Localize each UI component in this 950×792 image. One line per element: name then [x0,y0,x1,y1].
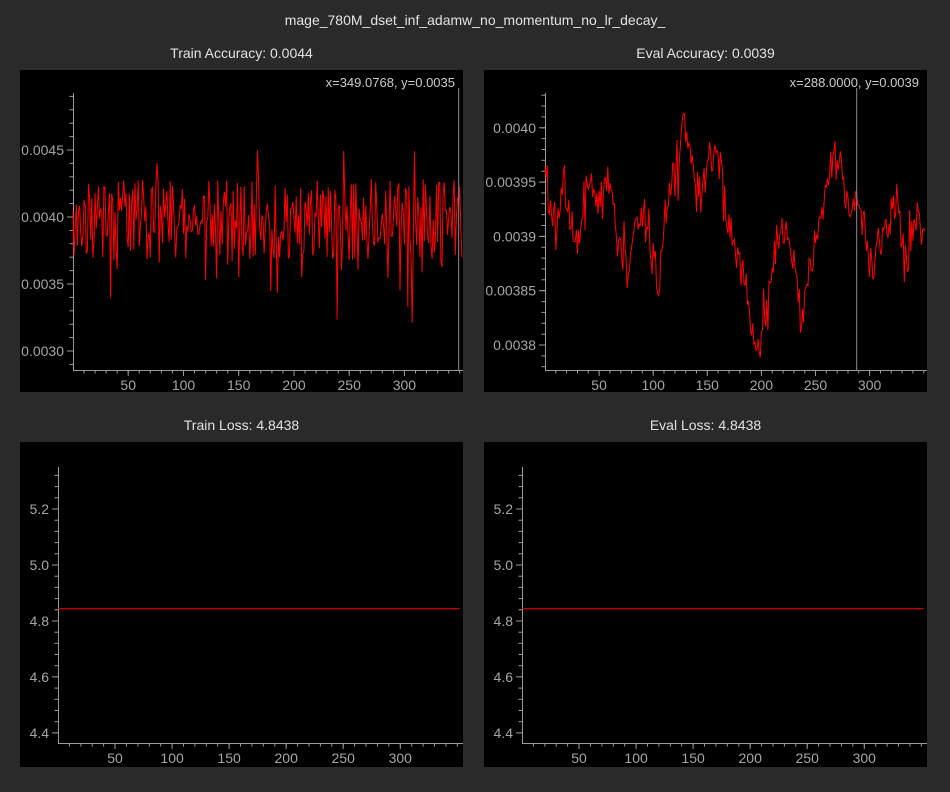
series-line [545,113,925,357]
chart-title-train-accuracy: Train Accuracy: 0.0044 [20,44,463,62]
svg-text:250: 250 [804,377,828,392]
chart-title-train-loss: Train Loss: 4.8438 [20,416,463,434]
axes [52,467,463,749]
train-accuracy-chart[interactable]: 50 100 150 200 250 300 0.0030 0.0035 0.0040 0.004… [20,70,463,392]
svg-text:50: 50 [107,750,123,766]
eval-accuracy-panel: Eval Accuracy: 0.0039 50 100 150 200 250 300 0… [484,44,927,392]
svg-text:0.00385: 0.00385 [485,283,536,299]
svg-text:150: 150 [227,377,251,392]
svg-text:200: 200 [275,750,299,766]
svg-text:4.6: 4.6 [30,669,50,685]
svg-text:0.0030: 0.0030 [21,343,64,359]
eval-loss-chart[interactable]: 50 100 150 200 250 300 4.4 4.6 4.8 5.0 5.2 [484,442,927,767]
svg-text:150: 150 [696,377,720,392]
training-dashboard: mage_780M_dset_inf_adamw_no_momentum_no_… [0,0,950,792]
svg-text:50: 50 [591,377,607,392]
svg-text:5.0: 5.0 [494,557,514,573]
svg-text:5.0: 5.0 [30,557,50,573]
eval-accuracy-chart[interactable]: 50 100 150 200 250 300 0.0038 0.00385 0.0039 0.00… [484,70,927,392]
svg-text:0.00395: 0.00395 [485,174,536,190]
svg-text:5.2: 5.2 [494,501,514,517]
svg-text:0.0038: 0.0038 [493,337,536,353]
svg-text:300: 300 [393,377,417,392]
svg-text:200: 200 [739,750,763,766]
chart-title-eval-loss: Eval Loss: 4.8438 [484,416,927,434]
svg-text:0.0040: 0.0040 [493,120,536,136]
svg-text:4.4: 4.4 [494,725,514,741]
svg-text:4.8: 4.8 [494,613,514,629]
svg-text:150: 150 [217,750,241,766]
svg-text:250: 250 [332,750,356,766]
train-loss-chart[interactable]: 50 100 150 200 250 300 4.4 4.6 4.8 5.0 5.2 [20,442,463,767]
svg-text:200: 200 [282,377,306,392]
svg-text:50: 50 [571,750,587,766]
svg-text:100: 100 [172,377,196,392]
run-title: mage_780M_dset_inf_adamw_no_momentum_no_… [0,12,950,28]
svg-text:50: 50 [120,377,136,392]
svg-text:100: 100 [624,750,648,766]
svg-text:4.8: 4.8 [30,613,50,629]
train-loss-panel: Train Loss: 4.8438 50 100 150 200 250 300 4.4 4… [20,416,463,767]
train-accuracy-panel: Train Accuracy: 0.0044 50 100 150 200 250 300… [20,44,463,392]
eval-loss-panel: Eval Loss: 4.8438 50 100 150 200 250 300 4.4 4.… [484,416,927,767]
svg-text:4.4: 4.4 [30,725,50,741]
svg-text:250: 250 [796,750,820,766]
axes [516,467,927,749]
svg-text:0.0035: 0.0035 [21,276,64,292]
chart-title-eval-accuracy: Eval Accuracy: 0.0039 [484,44,927,62]
svg-text:100: 100 [642,377,666,392]
tick-labels: 50 100 150 200 250 300 0.0030 0.0035 0.0040 0.004… [21,142,416,392]
svg-text:100: 100 [160,750,184,766]
svg-text:0.0040: 0.0040 [21,209,64,225]
svg-text:150: 150 [681,750,705,766]
cursor-readout-train-accuracy: x=349.0768, y=0.0035 [326,76,455,90]
svg-text:300: 300 [858,377,882,392]
svg-text:300: 300 [389,750,413,766]
svg-text:4.6: 4.6 [494,669,514,685]
svg-text:0.0045: 0.0045 [21,142,64,158]
cursor-readout-eval-accuracy: x=288.0000, y=0.0039 [790,76,919,90]
svg-text:0.0039: 0.0039 [493,228,536,244]
axes [539,93,927,376]
tick-labels: 50 100 150 200 250 300 4.4 4.6 4.8 5.0 5.2 [494,501,877,766]
series-line [73,150,462,323]
svg-text:300: 300 [853,750,877,766]
tick-labels: 50 100 150 200 250 300 4.4 4.6 4.8 5.0 5.2 [30,501,413,766]
svg-text:200: 200 [750,377,774,392]
svg-text:5.2: 5.2 [30,501,50,517]
svg-text:250: 250 [338,377,362,392]
